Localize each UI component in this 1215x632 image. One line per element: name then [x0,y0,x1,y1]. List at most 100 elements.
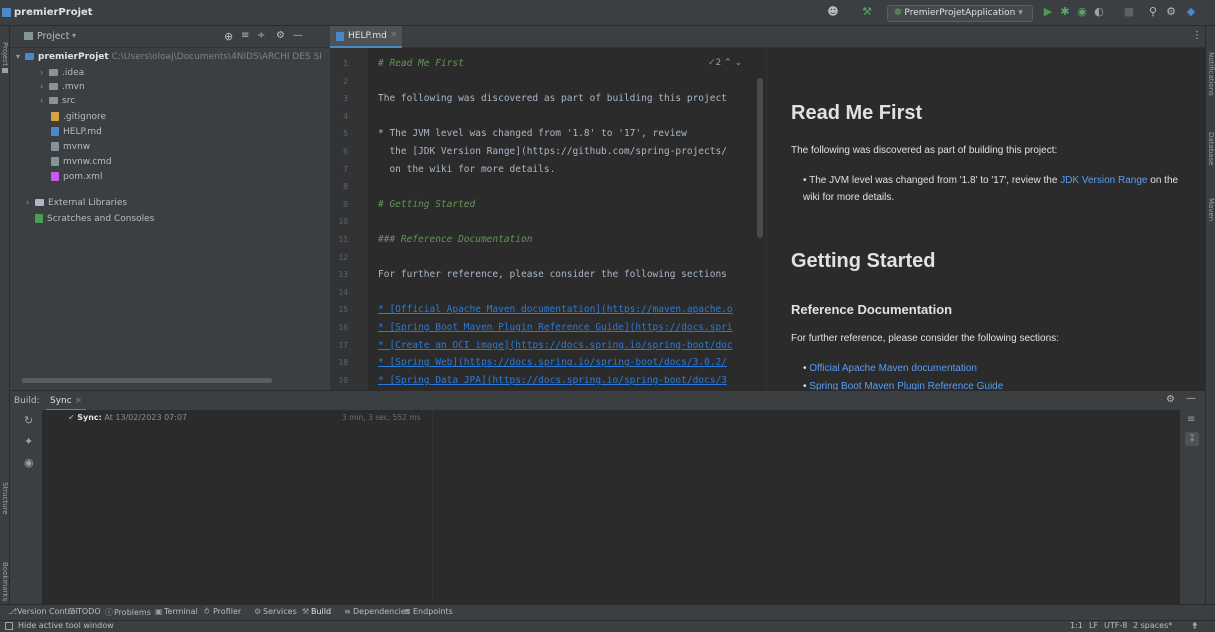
stripe-structure-tab[interactable]: Structure [1,482,9,515]
code-line[interactable]: For further reference, please consider t… [378,269,727,280]
sync-time: At 13/02/2023 07:07 [104,413,188,422]
run-configuration-select[interactable]: ❁ PremierProjetApplication ▾ [887,5,1033,22]
sync-status-label: Sync: [77,413,102,422]
file-encoding[interactable]: UTF-8 [1104,621,1127,630]
tab-help-md[interactable]: HELP.md × [330,26,402,48]
preview-list-item-plugin: • Spring Boot Maven Plugin Reference Gui… [803,381,1004,390]
tree-item[interactable]: › src [40,96,300,111]
tree-item[interactable]: mvnw.cmd [51,157,311,172]
tree-item[interactable]: HELP.md [51,127,311,142]
tree-external-libraries[interactable]: › External Libraries [26,198,306,213]
scroll-to-end-icon[interactable]: ↧ [1185,432,1199,446]
profiler-run-icon[interactable]: ◐ [1092,5,1106,19]
project-view-dropdown[interactable]: Project [37,31,70,42]
tree-scratches[interactable]: Scratches and Consoles [35,214,315,229]
vertical-scrollbar[interactable] [757,78,763,238]
project-name[interactable]: premierProjet [14,7,93,18]
stripe-database-tab[interactable]: Database [1207,132,1215,165]
code-line[interactable]: * [Spring Boot Maven Plugin Reference Gu… [378,322,733,333]
tree-item-label: src [62,96,76,106]
hammer-build-icon[interactable]: ⚒ [860,5,874,19]
user-icon[interactable]: ☻ [826,5,840,19]
hide-panel-icon[interactable]: — [293,30,303,41]
sync-result-row[interactable]: ✔ Sync: At 13/02/2023 07:07 [68,413,187,422]
tree-root[interactable]: ▾ premierProjet C:\Users\oloaj\Documents\… [16,52,326,67]
tree-item-label: mvnw [63,142,91,152]
chevron-up-icon[interactable]: ⌃ [724,58,732,68]
caret-position[interactable]: 1:1 [1070,621,1083,630]
build-output[interactable] [432,410,1180,606]
eye-icon[interactable]: ◉ [24,456,34,469]
soft-wrap-icon[interactable]: ≡ [1187,414,1195,425]
tool-window-services[interactable]: ⚙ Services [254,607,297,616]
build-label: Build: [14,396,40,406]
code-line[interactable]: ### Reference Documentation [378,234,532,245]
maven-docs-link[interactable]: Official Apache Maven documentation [809,363,977,374]
code-line[interactable]: the [JDK Version Range](https://github.c… [378,146,726,157]
hide-build-icon[interactable]: — [1186,393,1196,404]
tree-item[interactable]: pom.xml [51,172,311,187]
tab-sync[interactable]: Sync × [46,393,87,411]
pin-icon[interactable]: ✦ [24,435,33,448]
code-line[interactable]: * [Create an OCI image](https://docs.spr… [378,340,733,351]
code-line[interactable]: The following was discovered as part of … [378,93,727,104]
stripe-bookmarks-tab[interactable]: Bookmarks [1,562,9,601]
code-line[interactable]: * The JVM level was changed from '1.8' t… [378,128,687,139]
coverage-icon[interactable]: ◉ [1075,5,1089,19]
collapse-all-icon[interactable]: ÷ [257,30,265,41]
run-icon[interactable]: ▶ [1041,5,1055,19]
file-icon [51,157,59,166]
tree-item[interactable]: › .idea [40,68,300,83]
code-editor[interactable]: ✓2 ⌃ ⌄ # Read Me First The following was … [368,48,766,390]
lock-icon[interactable]: ⚵ [1192,621,1198,630]
tree-item[interactable]: mvnw [51,142,311,157]
stripe-maven-tab[interactable]: Maven [1207,198,1215,221]
preview-list-item: • The JVM level was changed from '1.8' t… [803,175,1179,203]
chevron-down-icon[interactable]: ⌄ [735,58,743,68]
code-line[interactable]: # Getting Started [378,199,475,210]
locate-target-icon[interactable]: ⊕ [224,30,233,43]
search-icon[interactable]: ⚲ [1146,5,1160,19]
tool-window-dependencies[interactable]: ≡ Dependencies [344,607,410,616]
tool-window-toggle-icon[interactable] [5,622,13,630]
more-options-icon[interactable]: ⋮ [1192,30,1202,41]
refresh-icon[interactable]: ↻ [24,414,33,427]
code-line[interactable]: * [Spring Data JPA](https://docs.spring.… [378,375,727,386]
line-number: 13 [338,270,348,280]
tool-window-profiler[interactable]: ⥁ Profiler [204,607,241,616]
tool-window-problems[interactable]: ⓘProblems [105,607,151,618]
chevron-right-icon: › [40,68,44,77]
stop-icon[interactable]: ■ [1122,5,1136,19]
plugin-icon[interactable]: ◆ [1184,5,1198,19]
tool-window-todo[interactable]: ☰ TODO [68,607,101,616]
horizontal-scrollbar[interactable] [22,378,272,383]
stripe-notifications-tab[interactable]: Notifications [1207,52,1215,96]
plugin-guide-link[interactable]: Spring Boot Maven Plugin Reference Guide [809,381,1003,390]
tree-item[interactable]: .gitignore [51,112,311,127]
code-line[interactable]: # Read Me First [378,58,464,69]
close-tab-icon[interactable]: × [75,396,83,406]
settings-gear-icon[interactable]: ⚙ [1164,5,1178,19]
build-settings-icon[interactable]: ⚙ [1166,394,1175,405]
tool-window-build[interactable]: ⚒ Build [302,607,331,616]
jdk-version-range-link[interactable]: JDK Version Range [1060,175,1147,186]
indent-setting[interactable]: 2 spaces* [1133,621,1172,630]
panel-settings-icon[interactable]: ⚙ [276,30,285,41]
tree-item[interactable]: › .mvn [40,82,300,97]
folder-icon [49,69,58,76]
stripe-project-tab[interactable]: Project [1,42,9,66]
preview-heading-reference: Reference Documentation [791,302,953,317]
inspection-widget[interactable]: ✓2 ⌃ ⌄ [708,58,742,68]
code-line[interactable]: * [Spring Web](https://docs.spring.io/sp… [378,357,727,368]
line-separator[interactable]: LF [1089,621,1098,630]
tool-window-endpoints[interactable]: ≣ Endpoints [404,607,453,616]
code-line[interactable]: on the wiki for more details. [378,164,555,175]
code-line[interactable]: * [Official Apache Maven documentation](… [378,304,733,315]
debug-icon[interactable]: ✱ [1058,5,1072,19]
close-tab-icon[interactable]: × [390,30,398,40]
line-number: 18 [338,358,348,368]
expand-all-icon[interactable]: ≡ [241,30,249,41]
line-number: 16 [338,323,348,332]
tool-window-terminal[interactable]: ▣Terminal [155,607,198,616]
preview-heading-getting-started: Getting Started [791,250,936,272]
